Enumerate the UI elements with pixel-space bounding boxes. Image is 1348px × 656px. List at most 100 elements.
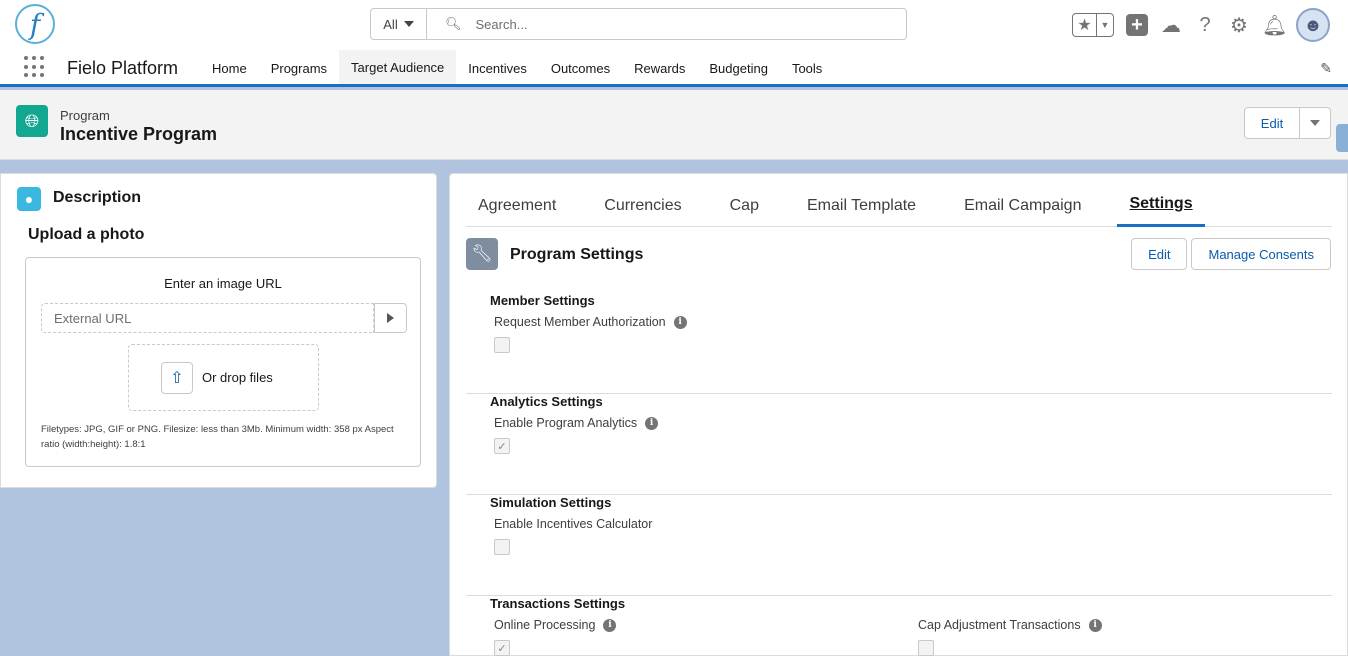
checkbox[interactable] — [494, 337, 510, 353]
settings-field: Enable Program Analytics i ✓ — [494, 416, 659, 454]
notifications-bell-icon[interactable]: 🔔︎ — [1262, 13, 1287, 38]
tab-email-campaign[interactable]: Email Campaign — [952, 184, 1093, 227]
record-highlights: 🌐︎ Program Incentive Program Edit — [0, 90, 1348, 160]
global-search: All 🔍︎ Search... — [370, 8, 907, 40]
field-label-row: Cap Adjustment Transactions i — [918, 618, 1102, 632]
record-object-type: Program — [60, 108, 110, 123]
field-label: Online Processing — [494, 618, 596, 632]
nav-item-home[interactable]: Home — [200, 50, 259, 87]
chevron-down-icon — [403, 21, 414, 27]
add-icon[interactable]: + — [1126, 14, 1148, 36]
tab-settings[interactable]: Settings — [1117, 184, 1205, 227]
app-launcher-icon[interactable] — [24, 56, 46, 78]
upload-photo-title: Upload a photo — [28, 226, 145, 243]
nav-item-budgeting[interactable]: Budgeting — [697, 50, 780, 87]
search-scope-dropdown[interactable]: All — [371, 9, 427, 39]
help-icon[interactable]: ? — [1194, 14, 1216, 37]
record-more-actions-button[interactable] — [1300, 108, 1330, 138]
section-heading: Simulation Settings — [490, 495, 612, 510]
external-url-placeholder: External URL — [54, 310, 132, 326]
analytics-settings-section: Analytics Settings Enable Program Analyt… — [466, 394, 1332, 495]
trailhead-icon[interactable]: ☁ — [1160, 13, 1182, 38]
field-label-row: Online Processing i — [494, 618, 617, 632]
navigation-bar: Fielo Platform Home Programs Target Audi… — [0, 50, 1348, 87]
app-name: Fielo Platform — [67, 58, 179, 78]
wrench-icon: 🔧︎ — [466, 238, 498, 270]
upload-photo-box: Enter an image URL External URL ⇧ Or dro… — [25, 257, 421, 467]
nav-item-rewards[interactable]: Rewards — [622, 50, 697, 87]
settings-field: Online Processing i ✓ — [494, 618, 617, 656]
checkmark-icon: ✓ — [497, 642, 507, 655]
info-icon[interactable]: i — [673, 315, 687, 329]
search-input[interactable]: 🔍︎ Search... — [427, 9, 906, 39]
section-heading: Analytics Settings — [490, 394, 603, 409]
settings-field: Cap Adjustment Transactions i — [918, 618, 1102, 656]
description-title: Description — [53, 189, 142, 206]
field-label: Enable Program Analytics — [494, 416, 638, 430]
setup-gear-icon[interactable]: ⚙ — [1228, 13, 1250, 38]
edit-nav-pencil-icon[interactable]: ✎ — [1320, 60, 1332, 77]
search-icon: 🔍︎ — [445, 16, 462, 31]
field-label-row: Request Member Authorization i — [494, 315, 687, 329]
favorites-group: ★ ▼ — [1072, 13, 1114, 37]
user-avatar[interactable]: ☻ — [1296, 8, 1330, 42]
checkbox-checked[interactable]: ✓ — [494, 438, 510, 454]
global-header: f All 🔍︎ Search... ★ ▼ + ☁ ? ⚙ 🔔︎ ☻ — [0, 0, 1348, 50]
nav-item-incentives[interactable]: Incentives — [456, 50, 539, 87]
simulation-settings-section: Simulation Settings Enable Incentives Ca… — [466, 495, 1332, 596]
favorites-menu-chevron-icon[interactable]: ▼ — [1097, 14, 1113, 36]
field-label: Request Member Authorization — [494, 315, 666, 329]
program-detail-card: Agreement Currencies Cap Email Template … — [449, 173, 1348, 656]
drop-files-label: Or drop files — [202, 370, 273, 385]
utility-panel-toggle[interactable] — [1336, 124, 1348, 152]
member-settings-section: Member Settings Request Member Authoriza… — [466, 293, 1332, 394]
nav-items: Home Programs Target Audience Incentives… — [200, 50, 834, 87]
search-scope-label: All — [383, 16, 398, 32]
checkbox[interactable] — [494, 539, 510, 555]
file-drop-zone[interactable]: ⇧ Or drop files — [128, 344, 319, 411]
person-icon: ● — [17, 187, 41, 211]
section-heading: Member Settings — [490, 293, 595, 308]
external-url-input[interactable]: External URL — [41, 303, 374, 333]
tab-currencies[interactable]: Currencies — [592, 184, 693, 227]
program-settings-actions: Edit Manage Consents — [1131, 238, 1331, 270]
upload-icon[interactable]: ⇧ — [161, 361, 193, 394]
field-label-row: Enable Incentives Calculator — [494, 517, 652, 531]
tab-cap[interactable]: Cap — [718, 184, 771, 227]
record-title: Incentive Program — [60, 124, 218, 144]
program-settings-title: Program Settings — [510, 246, 644, 263]
nav-item-programs[interactable]: Programs — [259, 50, 339, 87]
field-label-row: Enable Program Analytics i — [494, 416, 659, 430]
settings-edit-button[interactable]: Edit — [1131, 238, 1188, 270]
favorites-star-icon[interactable]: ★ — [1073, 14, 1097, 36]
record-edit-button[interactable]: Edit — [1245, 108, 1300, 138]
file-requirements-help: Filetypes: JPG, GIF or PNG. Filesize: le… — [41, 424, 394, 450]
settings-field: Request Member Authorization i — [494, 315, 687, 353]
checkmark-icon: ✓ — [497, 440, 507, 453]
checkbox-checked[interactable]: ✓ — [494, 640, 510, 656]
chevron-down-icon — [1310, 120, 1320, 126]
field-label: Cap Adjustment Transactions — [918, 618, 1081, 632]
transactions-settings-section: Transactions Settings Online Processing … — [466, 596, 1332, 656]
manage-consents-button[interactable]: Manage Consents — [1191, 238, 1331, 270]
tab-email-template[interactable]: Email Template — [795, 184, 928, 227]
fielo-logo[interactable]: f — [15, 4, 55, 44]
section-heading: Transactions Settings — [490, 596, 626, 611]
info-icon[interactable]: i — [645, 416, 659, 430]
record-actions: Edit — [1244, 107, 1331, 139]
tab-agreement[interactable]: Agreement — [466, 184, 568, 227]
description-card: ● Description Upload a photo Enter an im… — [0, 173, 437, 488]
search-placeholder: Search... — [475, 16, 528, 32]
submit-url-button[interactable] — [374, 303, 407, 333]
header-utility-icons: ★ ▼ + ☁ ? ⚙ 🔔︎ ☻ — [1072, 6, 1330, 44]
nav-item-tools[interactable]: Tools — [780, 50, 834, 87]
field-label: Enable Incentives Calculator — [494, 517, 653, 531]
image-url-label: Enter an image URL — [164, 276, 282, 291]
info-icon[interactable]: i — [1088, 618, 1102, 632]
nav-item-outcomes[interactable]: Outcomes — [539, 50, 622, 87]
info-icon[interactable]: i — [603, 618, 617, 632]
tab-bar: Agreement Currencies Cap Email Template … — [466, 184, 1332, 227]
checkbox[interactable] — [918, 640, 934, 656]
settings-field: Enable Incentives Calculator — [494, 517, 652, 555]
nav-item-target-audience[interactable]: Target Audience — [339, 50, 457, 87]
